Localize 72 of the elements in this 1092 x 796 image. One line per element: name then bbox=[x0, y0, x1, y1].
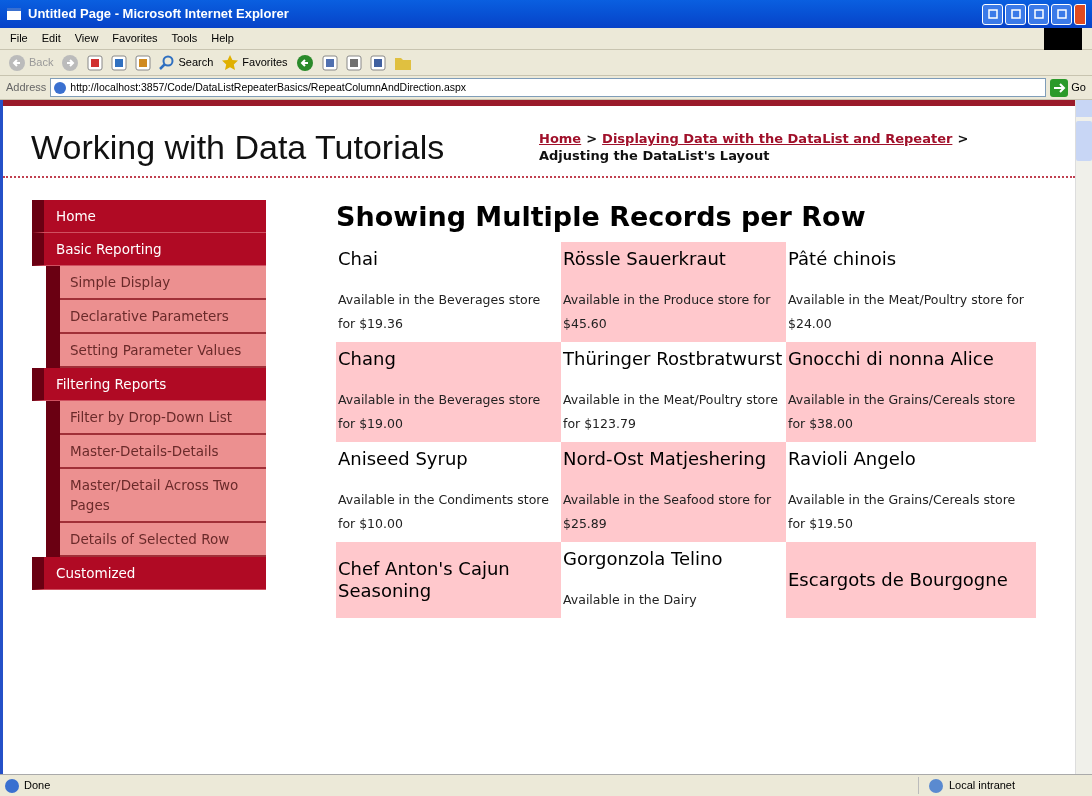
product-description: Available in the Meat/Poultry store for $24.00 bbox=[788, 291, 1025, 333]
product-description: Available in the Grains/Cereals store for $38.00 bbox=[788, 391, 1017, 433]
breadcrumb-current: Adjusting the DataList's Layout bbox=[539, 147, 771, 164]
product-description: Available in the Condiments store for $10.00 bbox=[338, 491, 550, 533]
minimize-button[interactable] bbox=[1028, 3, 1049, 25]
menu-item[interactable]: File bbox=[10, 30, 28, 47]
switch-button[interactable] bbox=[982, 3, 1003, 25]
product-description: Available in the Beverages store for $19.36 bbox=[338, 291, 542, 333]
product-name: Chai bbox=[338, 248, 379, 270]
sidebar-section-link[interactable]: Customized bbox=[32, 557, 266, 590]
menu-item[interactable]: Favorites bbox=[112, 30, 158, 47]
address-field[interactable]: http://localhost:3857/Code/DataListRepeaterBasics/RepeatColumnAndDirection.aspx bbox=[50, 78, 1047, 97]
restore-button[interactable] bbox=[1005, 3, 1026, 25]
clock-icon bbox=[295, 53, 314, 72]
product-description: Available in the Produce store for $45.60 bbox=[563, 291, 772, 333]
product-name: Pâté chinois bbox=[788, 248, 898, 270]
breadcrumb-link[interactable]: Displaying Data with the DataList and Repeater bbox=[602, 130, 953, 147]
page-icon bbox=[4, 777, 20, 794]
product-name: Aniseed Syrup bbox=[338, 448, 469, 470]
menu-item[interactable]: View bbox=[74, 30, 99, 47]
product-name: Gnocchi di nonna Alice bbox=[788, 348, 995, 370]
page-icon bbox=[53, 80, 68, 95]
minimize-icon bbox=[1033, 9, 1044, 19]
toolbar-button[interactable]: Favorites bbox=[221, 53, 288, 72]
search-icon bbox=[159, 54, 176, 71]
browser-icon bbox=[6, 6, 22, 22]
security-zone: Local intranet bbox=[949, 778, 1016, 794]
sidebar-link[interactable]: Setting Parameter Values bbox=[60, 334, 266, 368]
sidebar-link[interactable]: Details of Selected Row bbox=[60, 523, 266, 557]
toolbar-button[interactable] bbox=[295, 53, 314, 72]
sidebar-section-link[interactable]: Home bbox=[32, 200, 266, 233]
product-description: Available in the Beverages store for $19.00 bbox=[338, 391, 542, 433]
sidebar-section-link[interactable]: Basic Reporting bbox=[32, 233, 266, 266]
restore-icon bbox=[1010, 9, 1021, 19]
menu-item[interactable]: Tools bbox=[171, 30, 198, 47]
product-description: Available in the Dairy bbox=[563, 591, 698, 609]
product-description: Available in the Seafood store for $25.89 bbox=[563, 491, 773, 533]
sidebar-section-link[interactable]: Filtering Reports bbox=[32, 368, 266, 401]
product-name: Chang bbox=[338, 348, 397, 370]
product-description: Available in the Grains/Cereals store for $19.50 bbox=[788, 491, 1017, 533]
close-button[interactable] bbox=[1074, 3, 1086, 25]
product-name: Gorgonzola Telino bbox=[563, 548, 724, 570]
maximize-button[interactable] bbox=[1051, 3, 1072, 25]
menu-item[interactable]: Edit bbox=[41, 30, 61, 47]
product-name: Rössle Sauerkraut bbox=[563, 248, 727, 270]
maximize-icon bbox=[1056, 9, 1067, 19]
product-name: Escargots de Bourgogne bbox=[788, 569, 1009, 591]
breadcrumb-link[interactable]: Home bbox=[539, 130, 582, 147]
product-name: Ravioli Angelo bbox=[788, 448, 917, 470]
page-heading: Showing Multiple Records per Row bbox=[336, 200, 867, 234]
switch-icon bbox=[987, 9, 998, 19]
star-icon bbox=[221, 53, 240, 72]
sidebar-link[interactable]: Master-Details-Details bbox=[60, 435, 266, 469]
scrollbar[interactable] bbox=[1075, 100, 1092, 774]
product-name: Thüringer Rostbratwurst bbox=[563, 348, 784, 370]
toolbar-button[interactable]: Search bbox=[159, 54, 214, 71]
go-button[interactable]: Go bbox=[1050, 78, 1086, 97]
product-description: Available in the Meat/Poultry store for $123.79 bbox=[563, 391, 779, 433]
sidebar-link[interactable]: Filter by Drop-Down List bbox=[60, 401, 266, 435]
globe-icon bbox=[927, 777, 945, 794]
breadcrumb-separator: > bbox=[957, 130, 969, 147]
sidebar-link[interactable]: Simple Display bbox=[60, 266, 266, 300]
status-text: Done bbox=[24, 778, 51, 794]
breadcrumb-separator: > bbox=[586, 130, 598, 147]
address-label: Address bbox=[6, 80, 47, 96]
sidebar-link[interactable]: Master/Detail Across Two Pages bbox=[60, 469, 266, 523]
product-name: Nord-Ost Matjeshering bbox=[563, 448, 768, 470]
product-name: Chef Anton's Cajun Seasoning bbox=[338, 558, 511, 602]
site-title: Working with Data Tutorials bbox=[31, 128, 446, 166]
menu-item[interactable]: Help bbox=[211, 30, 234, 47]
window-title: Untitled Page - Microsoft Internet Explorer bbox=[28, 5, 289, 24]
sidebar-link[interactable]: Declarative Parameters bbox=[60, 300, 266, 334]
